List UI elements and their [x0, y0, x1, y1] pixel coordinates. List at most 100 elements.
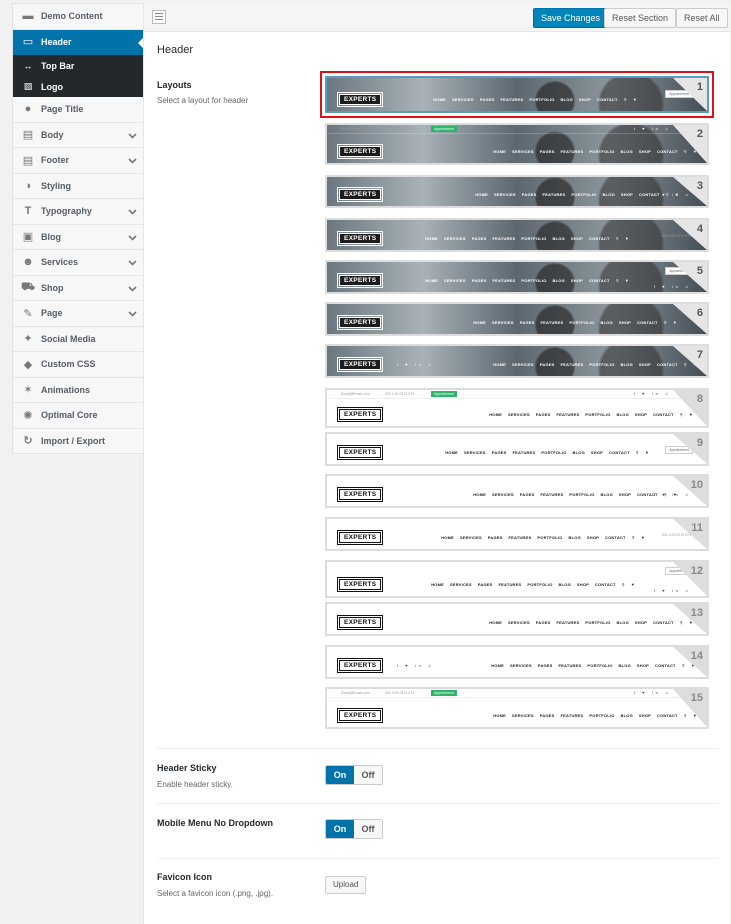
sidebar-item-social-media[interactable]: ✦ Social Media	[13, 327, 143, 352]
toggle-on-option[interactable]: On	[326, 820, 354, 838]
layout-nav-item: BLOG	[560, 97, 573, 102]
layout-number: 1	[696, 81, 703, 93]
chevron-down-icon[interactable]	[128, 284, 137, 294]
chevron-down-icon[interactable]	[128, 258, 137, 268]
layout-nav-item: FEATURES	[498, 582, 522, 587]
sidebar-item-animations[interactable]: ✶ Animations	[13, 378, 143, 403]
divider	[157, 858, 717, 859]
options-sidebar: ▬ Demo Content ▭ Header ↔ Top Bar ▨ Logo ● Page T…	[12, 3, 144, 455]
search-icon: ⚲	[623, 97, 627, 102]
upload-button[interactable]: Upload	[325, 876, 367, 894]
layout-nav-item: PORTFOLIO	[571, 192, 597, 197]
reset-all-button[interactable]: Reset All	[676, 8, 728, 28]
layout-logo: EXPERTS	[336, 315, 384, 330]
header-layout-option-14[interactable]: EXPERTS HOME SERVICES PAGES FEATURES PORTFOLI…	[325, 645, 709, 679]
top-bar-phone: 001 0 00 0173 973	[385, 127, 415, 131]
layout-nav-item: HOME	[491, 663, 505, 668]
layout-nav-item: CONTACT	[605, 535, 626, 540]
layout-nav-item: SHOP	[638, 149, 652, 154]
sidebar-item-page-title[interactable]: ● Page Title	[13, 97, 143, 123]
chevron-down-icon[interactable]	[128, 207, 137, 217]
mobile-menu-toggle[interactable]: On Off	[325, 819, 383, 839]
sidebar-item-import-export[interactable]: ↻ Import / Export	[13, 429, 143, 454]
toggle-on-option[interactable]: On	[326, 766, 354, 784]
reset-section-button[interactable]: Reset Section	[604, 8, 677, 28]
header-sticky-toggle[interactable]: On Off	[325, 765, 383, 785]
toggle-off-option[interactable]: Off	[354, 766, 382, 784]
layout-nav-item: PORTFOLIO	[585, 412, 611, 417]
header-layout-option-10[interactable]: EXPERTS HOME SERVICES PAGES FEATURES PORTFOLI…	[325, 474, 709, 508]
sidebar-item-body[interactable]: ▤ Body	[13, 123, 143, 148]
header-layout-option-13[interactable]: EXPERTS HOME SERVICES PAGES FEATURES PORTFOLI…	[325, 602, 709, 636]
chevron-down-icon[interactable]	[128, 233, 137, 243]
layout-nav-item: HOME	[473, 492, 487, 497]
chevron-down-icon[interactable]	[128, 156, 137, 166]
layout-nav-item: FEATURES	[512, 450, 536, 455]
layout-nav: HOME SERVICES PAGES FEATURES PORTFOLIO BLOG SH…	[427, 97, 637, 102]
layout-nav: HOME SERVICES PAGES FEATURES PORTFOLIO BLOG SH…	[485, 663, 695, 668]
chevron-down-icon[interactable]	[128, 309, 137, 319]
layout-nav-item: HOME	[489, 620, 503, 625]
header-layout-option-1[interactable]: EXPERTS HOME SERVICES PAGES FEATURES PORTFOLI…	[320, 71, 714, 118]
header-layout-option-9[interactable]: EXPERTS HOME SERVICES PAGES FEATURES PORTFOLI…	[325, 432, 709, 466]
sidebar-item-blog[interactable]: ▣ Blog	[13, 225, 143, 250]
layout-nav-item: BLOG	[552, 278, 565, 283]
layout-nav-item: HOME	[425, 236, 439, 241]
sidebar-item-custom-css[interactable]: ◆ Custom CSS	[13, 352, 143, 378]
sidebar-item-label: Body	[41, 129, 64, 140]
sidebar-item-header[interactable]: ▭ Header	[13, 29, 144, 55]
options-panel: Save Changes Reset Section Reset All Hea…	[143, 3, 730, 924]
header-layout-option-12[interactable]: EXPERTS HOME SERVICES PAGES FEATURES PORTFOLI…	[325, 560, 709, 598]
layout-nav-item: PORTFOLIO	[537, 535, 563, 540]
layout-nav: HOME SERVICES PAGES FEATURES PORTFOLIO BLOG SH…	[469, 192, 679, 197]
layout-nav-item: SHOP	[638, 362, 652, 367]
layout-nav-item: SHOP	[570, 236, 584, 241]
top-bar-email: Email@Email.com	[341, 127, 370, 131]
expand-menu-icon[interactable]	[152, 10, 166, 24]
header-layout-option-4[interactable]: EXPERTS HOME SERVICES PAGES FEATURES PORTFOLI…	[325, 218, 709, 252]
layout-nav-item: PORTFOLIO	[569, 320, 595, 325]
sidebar-item-styling[interactable]: ◑ Styling	[13, 174, 143, 199]
header-layout-option-11[interactable]: EXPERTS HOME SERVICES PAGES FEATURES PORTFOLI…	[325, 517, 709, 551]
sidebar-item-shop[interactable]: ⛟ Shop	[13, 276, 143, 301]
header-layout-option-15[interactable]: Email@Email.com 001 0 00 0173 973 Appointm…	[325, 687, 709, 729]
toggle-off-option[interactable]: Off	[354, 820, 382, 838]
search-icon: ⚲	[679, 412, 683, 417]
header-layout-option-6[interactable]: EXPERTS HOME SERVICES PAGES FEATURES PORTFOLI…	[325, 302, 709, 336]
layout-logo: EXPERTS	[336, 92, 384, 107]
divider	[157, 803, 717, 804]
image-icon: ▨	[23, 81, 33, 91]
layout-nav-item: SERVICES	[450, 582, 472, 587]
sidebar-subitem-top-bar[interactable]: ↔ Top Bar	[13, 55, 143, 76]
layout-nav-item: BLOG	[616, 412, 629, 417]
sidebar-item-label: Custom CSS	[41, 359, 96, 370]
wand-icon: ✶	[23, 384, 33, 397]
search-icon: ⚲	[635, 450, 639, 455]
layout-nav: HOME SERVICES PAGES FEATURES PORTFOLIO BLOG SH…	[467, 492, 677, 497]
sidebar-subitem-logo[interactable]: ▨ Logo	[13, 76, 143, 97]
sidebar-item-optimal-core[interactable]: ✺ Optimal Core	[13, 403, 143, 429]
social-links: f ♥ in ♫	[634, 690, 671, 695]
sidebar-item-label: Animations	[41, 384, 91, 395]
header-layout-option-3[interactable]: EXPERTS HOME SERVICES PAGES FEATURES PORTFOLI…	[325, 175, 709, 208]
layout-nav-item: HOME	[493, 362, 507, 367]
header-layout-option-7[interactable]: EXPERTS HOME SERVICES PAGES FEATURES PORTFOLI…	[325, 344, 709, 378]
search-icon: ⚲	[683, 713, 687, 718]
header-layout-option-2[interactable]: Email@Email.com 001 0 00 0173 973 Appointm…	[325, 123, 709, 165]
chevron-down-icon[interactable]	[128, 131, 137, 141]
refresh-icon: ↻	[23, 435, 33, 448]
sidebar-item-footer[interactable]: ▤ Footer	[13, 148, 143, 174]
header-layout-option-8[interactable]: Email@Email.com 001 0 00 0173 973 Appointm…	[325, 388, 709, 428]
layout-nav-item: PORTFOLIO	[541, 450, 567, 455]
layout-nav-item: BLOG	[602, 192, 615, 197]
cart-icon: ▼	[640, 535, 645, 540]
sidebar-item-page[interactable]: ✎ Page	[13, 301, 143, 327]
mobile-menu-title: Mobile Menu No Dropdown	[157, 818, 273, 828]
sidebar-item-demo-content[interactable]: ▬ Demo Content	[13, 4, 143, 30]
sidebar-item-typography[interactable]: T Typography	[13, 199, 143, 225]
header-layout-option-5[interactable]: EXPERTS HOME SERVICES PAGES FEATURES PORTFOLI…	[325, 260, 709, 294]
sidebar-item-services[interactable]: ☻ Services	[13, 250, 143, 276]
save-changes-button[interactable]: Save Changes	[533, 8, 609, 28]
layout-nav-item: PORTFOLIO	[589, 713, 615, 718]
sidebar-item-label: Import / Export	[41, 435, 106, 446]
